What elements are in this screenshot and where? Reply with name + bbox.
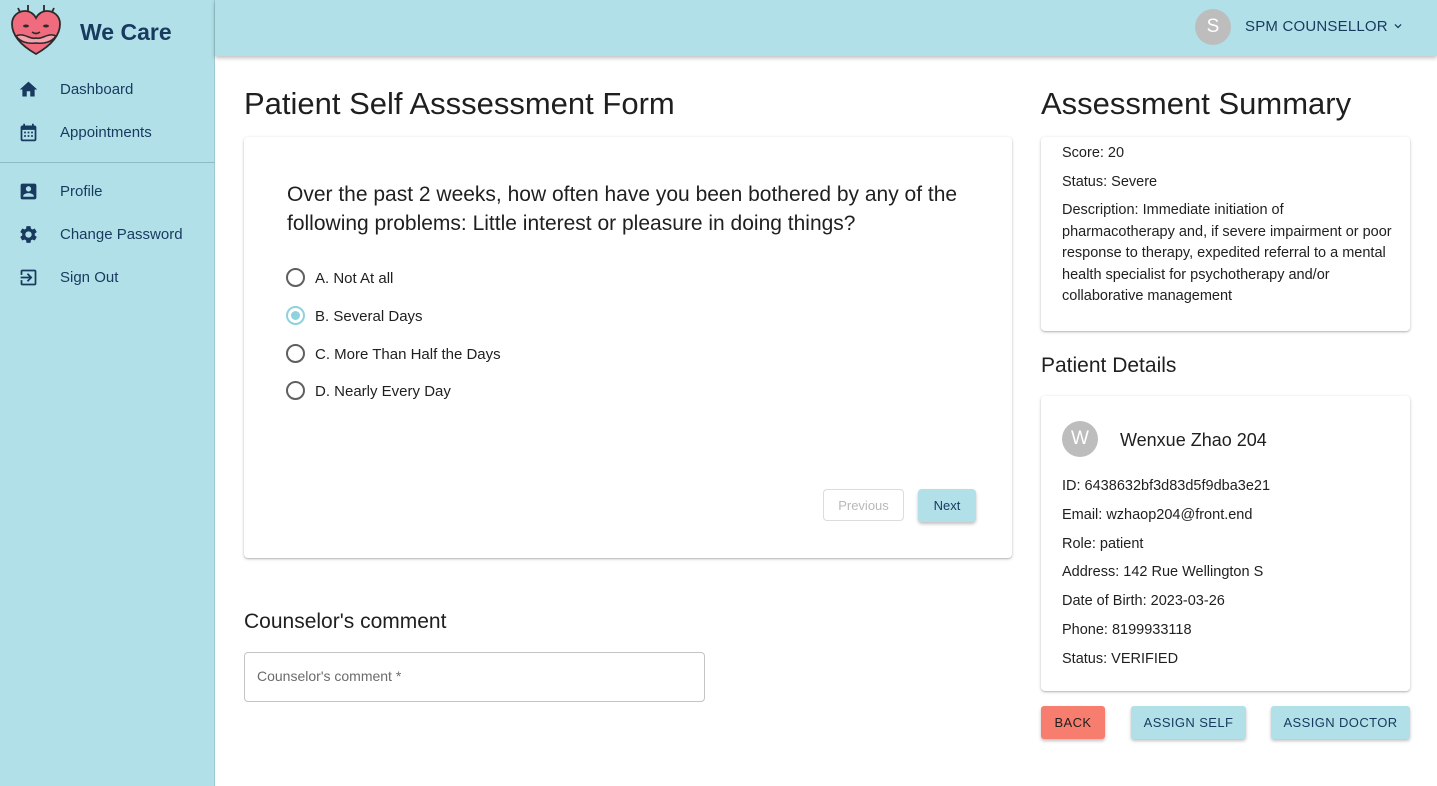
patient-name: Wenxue Zhao 204 <box>1120 430 1267 450</box>
radio-option-a[interactable] <box>286 268 305 287</box>
comment-input[interactable] <box>257 668 687 684</box>
sidebar-item-sign-out[interactable]: Sign Out <box>0 256 215 299</box>
user-avatar[interactable]: S <box>1195 9 1231 45</box>
patient-details-title: Patient Details <box>1041 354 1177 377</box>
patient-address: Address: 142 Rue Wellington S <box>1062 564 1264 580</box>
chevron-down-icon[interactable] <box>1391 19 1405 33</box>
back-button[interactable]: BACK <box>1041 706 1105 739</box>
sidebar-nav-account: Profile Change Password Sign Out <box>0 170 215 299</box>
radio-option-d[interactable] <box>286 381 305 400</box>
sidebar-item-label: Profile <box>60 183 103 200</box>
calendar-icon <box>20 123 37 142</box>
patient-avatar: W <box>1062 421 1098 457</box>
summary-title: Assessment Summary <box>1041 86 1352 121</box>
patient-role: Role: patient <box>1062 536 1144 552</box>
option-label: C. More Than Half the Days <box>315 346 501 363</box>
comment-field[interactable] <box>244 652 705 702</box>
page-title: Patient Self Asssessment Form <box>244 86 675 121</box>
home-icon <box>19 81 38 97</box>
question-text: Over the past 2 weeks, how often have yo… <box>287 183 958 235</box>
option-label: D. Nearly Every Day <box>315 383 451 400</box>
previous-button[interactable]: Previous <box>823 489 904 521</box>
sidebar-divider <box>0 162 215 163</box>
option-label: A. Not At all <box>315 270 394 287</box>
option-label: B. Several Days <box>315 308 423 325</box>
patient-status: Status: VERIFIED <box>1062 651 1179 667</box>
user-menu-name[interactable]: SPM COUNSELLOR <box>1245 18 1388 35</box>
assign-self-button[interactable]: ASSIGN SELF <box>1131 706 1246 739</box>
sidebar-item-label: Change Password <box>60 226 183 243</box>
patient-phone: Phone: 8199933118 <box>1062 622 1192 638</box>
option-a[interactable]: A. Not At all <box>286 266 586 290</box>
sidebar-nav-main: Dashboard Appointments <box>0 68 215 154</box>
radio-option-c[interactable] <box>286 344 305 363</box>
summary-card: Score: 20 Status: Severe Description: Im… <box>1041 137 1410 331</box>
summary-score: Score: 20 <box>1062 145 1125 161</box>
sidebar-item-change-password[interactable]: Change Password <box>0 213 215 256</box>
patient-card: W Wenxue Zhao 204 ID: 6438632bf3d83d5f9d… <box>1041 396 1410 691</box>
logout-icon <box>20 269 37 286</box>
account-box-icon <box>20 183 37 200</box>
brand-name: We Care <box>80 19 172 45</box>
patient-id: ID: 6438632bf3d83d5f9dba3e21 <box>1062 478 1271 494</box>
topbar: S SPM COUNSELLOR <box>215 0 1437 56</box>
sidebar-item-dashboard[interactable]: Dashboard <box>0 68 215 111</box>
assign-doctor-button[interactable]: ASSIGN DOCTOR <box>1271 706 1410 739</box>
next-button[interactable]: Next <box>918 489 976 522</box>
heart-logo-icon <box>11 5 61 56</box>
option-b[interactable]: B. Several Days <box>286 304 586 328</box>
option-d[interactable]: D. Nearly Every Day <box>286 379 586 403</box>
question-card: Over the past 2 weeks, how often have yo… <box>244 137 1012 558</box>
summary-description: Description: Immediate initiation of pha… <box>1062 202 1392 304</box>
sidebar-item-label: Appointments <box>60 124 152 141</box>
radio-option-b[interactable] <box>286 306 305 325</box>
comment-title: Counselor's comment <box>244 610 447 633</box>
sidebar-item-profile[interactable]: Profile <box>0 170 215 213</box>
gear-icon <box>20 226 37 243</box>
brand[interactable]: We Care <box>0 0 215 62</box>
sidebar-item-label: Sign Out <box>60 269 119 286</box>
patient-dob: Date of Birth: 2023-03-26 <box>1062 593 1225 609</box>
option-c[interactable]: C. More Than Half the Days <box>286 342 586 366</box>
summary-status: Status: Severe <box>1062 174 1158 190</box>
sidebar: We Care Dashboard Appointments Profile C… <box>0 0 215 786</box>
sidebar-item-label: Dashboard <box>60 81 134 98</box>
sidebar-item-appointments[interactable]: Appointments <box>0 111 215 154</box>
patient-email: Email: wzhaop204@front.end <box>1062 507 1253 523</box>
